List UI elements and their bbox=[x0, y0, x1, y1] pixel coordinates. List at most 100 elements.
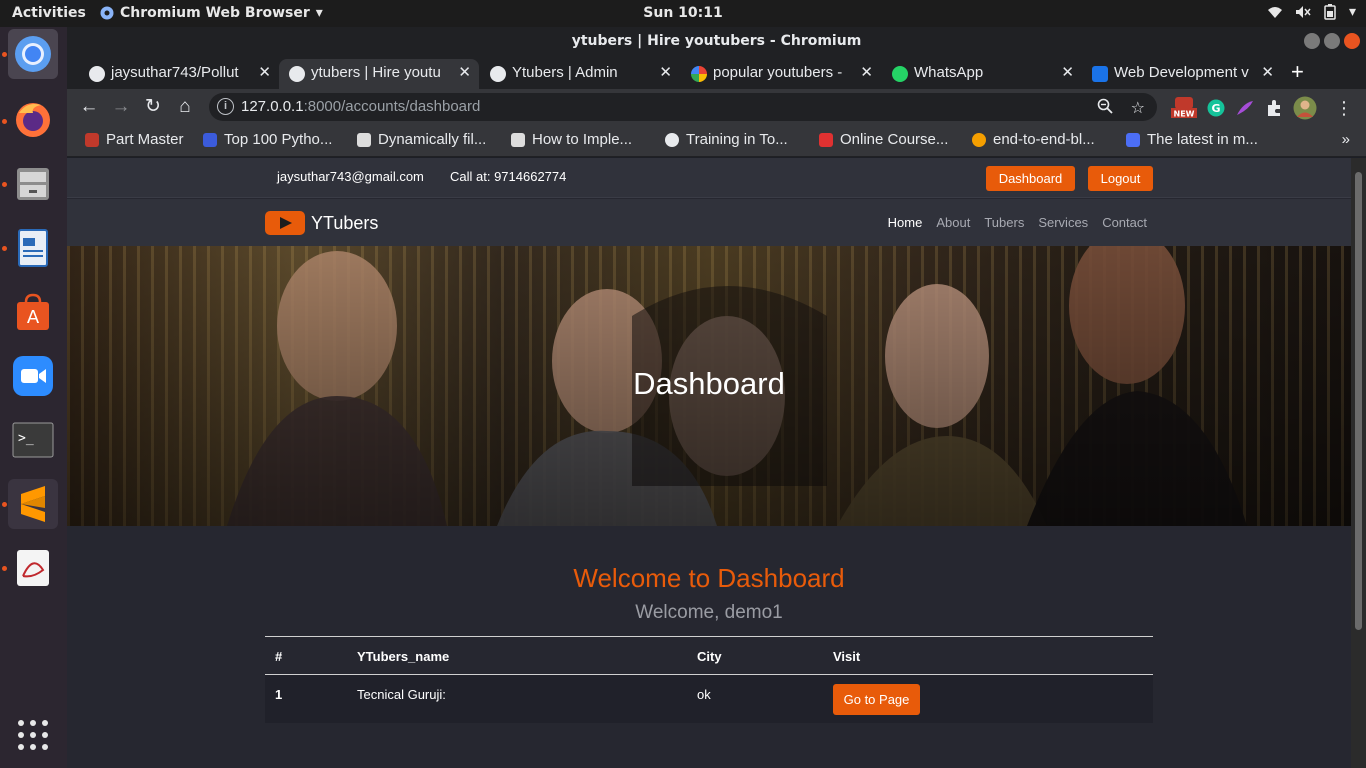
close-icon[interactable]: ✕ bbox=[1061, 59, 1074, 87]
site-navbar: YTubers Home About Tubers Services Conta… bbox=[67, 199, 1351, 246]
maximize-button[interactable] bbox=[1324, 33, 1340, 49]
bookmark-label: Training in To... bbox=[686, 131, 788, 148]
column-header-number: # bbox=[275, 649, 283, 664]
bookmark-item[interactable]: Part Master bbox=[85, 131, 184, 148]
feather-extension-icon[interactable] bbox=[1235, 99, 1255, 117]
nav-about[interactable]: About bbox=[936, 215, 970, 230]
grammarly-icon[interactable]: G bbox=[1207, 99, 1225, 117]
tab-label: popular youtubers - bbox=[713, 64, 843, 81]
bookmarks-overflow-button[interactable]: » bbox=[1342, 131, 1350, 148]
close-icon[interactable]: ✕ bbox=[659, 59, 672, 87]
home-button[interactable]: ⌂ bbox=[173, 95, 197, 119]
tab-ytubers-admin[interactable]: Ytubers | Admin ✕ bbox=[480, 59, 680, 89]
brand-name: YTubers bbox=[311, 212, 379, 233]
chromium-icon bbox=[15, 36, 51, 72]
dock-firefox[interactable] bbox=[8, 94, 58, 144]
go-to-page-button[interactable]: Go to Page bbox=[833, 684, 920, 715]
dock-pdf-reader[interactable] bbox=[8, 543, 58, 593]
welcome-subtitle: Welcome, demo1 bbox=[635, 602, 783, 623]
tab-ytubers-hire[interactable]: ytubers | Hire youtu ✕ bbox=[279, 59, 479, 89]
bookmark-item[interactable]: Training in To... bbox=[665, 131, 788, 148]
table-row: 1 Tecnical Guruji: ok Go to Page bbox=[265, 675, 1153, 723]
new-badge-extension-icon[interactable]: NEW bbox=[1171, 97, 1197, 119]
logout-button[interactable]: Logout bbox=[1088, 166, 1153, 191]
tab-google-search[interactable]: popular youtubers - ✕ bbox=[681, 59, 881, 89]
close-window-button[interactable] bbox=[1344, 33, 1360, 49]
window-title-bar[interactable]: ytubers | Hire youtubers - Chromium bbox=[67, 27, 1366, 55]
app-menu[interactable]: Chromium Web Browser ▾ bbox=[100, 5, 323, 21]
dashboard-button[interactable]: Dashboard bbox=[986, 166, 1075, 191]
url-host: 127.0.0.1 bbox=[241, 98, 304, 115]
bookmark-label: How to Imple... bbox=[532, 131, 633, 148]
nav-tubers[interactable]: Tubers bbox=[984, 215, 1024, 230]
dock-sublime[interactable] bbox=[8, 479, 58, 529]
avatar[interactable] bbox=[1293, 96, 1317, 120]
app-menu-label: Chromium Web Browser bbox=[120, 5, 310, 21]
system-tray[interactable]: ▾ bbox=[1267, 4, 1356, 20]
dock-chromium[interactable] bbox=[8, 29, 58, 79]
zoom-icon[interactable] bbox=[1097, 98, 1113, 114]
bookmark-item[interactable]: Online Course... bbox=[819, 131, 948, 148]
site-logo[interactable]: YTubers bbox=[265, 211, 378, 235]
nav-contact[interactable]: Contact bbox=[1102, 215, 1147, 230]
bookmark-label: The latest in m... bbox=[1147, 131, 1258, 148]
show-applications-button[interactable] bbox=[8, 710, 58, 760]
tab-github[interactable]: jaysuthar743/Pollut ✕ bbox=[79, 59, 279, 89]
window-title: ytubers | Hire youtubers - Chromium bbox=[571, 33, 862, 49]
video-camera-icon bbox=[13, 356, 53, 396]
running-indicator bbox=[2, 566, 7, 571]
sublime-text-icon bbox=[21, 486, 45, 522]
dock-writer[interactable] bbox=[8, 223, 58, 273]
dock-terminal[interactable]: >_ bbox=[8, 415, 58, 465]
dock-zoom[interactable] bbox=[8, 351, 58, 401]
chevron-down-icon: ▾ bbox=[1348, 4, 1356, 20]
bookmark-star-icon[interactable]: ☆ bbox=[1131, 98, 1145, 118]
window-controls bbox=[1304, 33, 1360, 49]
kebab-menu-icon[interactable]: ⋮ bbox=[1335, 98, 1353, 119]
forward-button[interactable]: → bbox=[109, 95, 133, 119]
tab-whatsapp[interactable]: WhatsApp ✕ bbox=[882, 59, 1082, 89]
nav-home[interactable]: Home bbox=[888, 215, 923, 230]
row-number: 1 bbox=[275, 687, 283, 702]
dock-software[interactable]: A bbox=[8, 287, 58, 337]
terminal-icon: >_ bbox=[12, 422, 54, 458]
tubers-table: # YTubers_name City Visit 1 Tecnical Gur… bbox=[265, 636, 1153, 723]
bookmark-item[interactable]: end-to-end-bl... bbox=[972, 131, 1095, 148]
activities-button[interactable]: Activities bbox=[12, 5, 86, 21]
bookmark-item[interactable]: The latest in m... bbox=[1126, 131, 1258, 148]
close-icon[interactable]: ✕ bbox=[458, 59, 471, 87]
address-bar[interactable]: i 127.0.0.1:8000/accounts/dashboard ☆ bbox=[209, 93, 1157, 121]
site-info-icon[interactable]: i bbox=[217, 98, 234, 115]
clock[interactable]: Sun 10:11 bbox=[643, 5, 722, 21]
url-text[interactable]: 127.0.0.1:8000/accounts/dashboard bbox=[241, 98, 480, 115]
scrollbar-thumb[interactable] bbox=[1355, 172, 1362, 630]
close-icon[interactable]: ✕ bbox=[1261, 59, 1274, 87]
google-icon bbox=[691, 66, 707, 82]
play-button-icon bbox=[265, 211, 305, 235]
web-page: jaysuthar743@gmail.com Call at: 97146627… bbox=[67, 158, 1351, 768]
svg-text:>_: >_ bbox=[18, 431, 34, 446]
new-tab-button[interactable]: + bbox=[1291, 59, 1304, 85]
bookmark-item[interactable]: How to Imple... bbox=[511, 131, 632, 148]
is-icon bbox=[1092, 66, 1108, 82]
close-icon[interactable]: ✕ bbox=[258, 59, 271, 87]
nav-services[interactable]: Services bbox=[1038, 215, 1088, 230]
page-scrollbar[interactable] bbox=[1351, 158, 1366, 768]
reload-button[interactable]: ↻ bbox=[141, 95, 165, 119]
dock-files[interactable] bbox=[8, 159, 58, 209]
tab-label: jaysuthar743/Pollut bbox=[111, 64, 239, 81]
tab-web-development[interactable]: Web Development v ✕ bbox=[1082, 59, 1282, 89]
firefox-icon bbox=[16, 103, 50, 137]
bookmark-item[interactable]: Dynamically fil... bbox=[357, 131, 486, 148]
bookmark-item[interactable]: Top 100 Pytho... bbox=[203, 131, 332, 148]
bookmark-favicon-icon bbox=[357, 132, 371, 147]
puzzle-icon[interactable] bbox=[1265, 99, 1283, 117]
back-button[interactable]: ← bbox=[77, 95, 101, 119]
bookmark-favicon-icon bbox=[203, 132, 217, 147]
column-header-visit: Visit bbox=[833, 649, 861, 664]
close-icon[interactable]: ✕ bbox=[860, 59, 873, 87]
tab-label: Ytubers | Admin bbox=[512, 64, 618, 81]
tab-label: ytubers | Hire youtu bbox=[311, 64, 441, 81]
globe-icon bbox=[665, 132, 679, 147]
minimize-button[interactable] bbox=[1304, 33, 1320, 49]
